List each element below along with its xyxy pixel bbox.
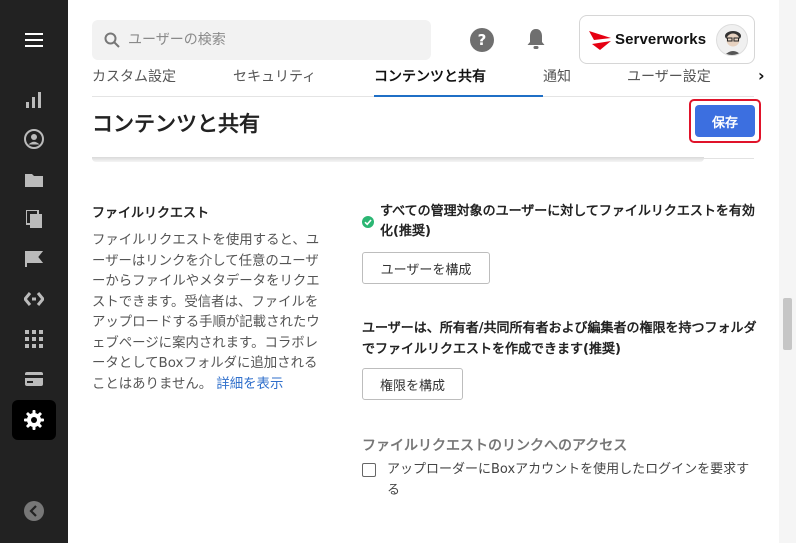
- apps-icon[interactable]: [12, 319, 56, 359]
- account-switcher[interactable]: Serverworks: [579, 15, 755, 64]
- collapse-chevron-icon[interactable]: [12, 491, 56, 531]
- tab-content-sharing[interactable]: コンテンツと共有: [374, 66, 543, 97]
- sticky-header-shadow: [92, 157, 704, 162]
- governance-icon[interactable]: [12, 239, 56, 279]
- section-heading: ファイルリクエスト: [92, 206, 210, 221]
- tabs-next-chevron-icon[interactable]: ›: [758, 66, 765, 85]
- settings-tabs: カスタム設定 セキュリティ コンテンツと共有 通知 ユーザー設定: [92, 64, 754, 97]
- page-title: コンテンツと共有: [92, 112, 260, 136]
- left-nav-rail: [0, 0, 68, 543]
- search-icon: [104, 32, 120, 48]
- tab-user-settings[interactable]: ユーザー設定: [627, 66, 711, 97]
- users-icon[interactable]: [12, 119, 56, 159]
- menu-icon[interactable]: [12, 20, 56, 60]
- link-access-heading: ファイルリクエストのリンクへのアクセス: [362, 438, 628, 454]
- billing-icon[interactable]: [12, 359, 56, 399]
- folder-permission-label: ユーザーは、所有者/共同所有者および編集者の権限を持つフォルダでファイルリクエス…: [362, 321, 757, 357]
- section-description-text: ファイルリクエストを使用すると、ユーザーはリンクを介して任意のユーザーからファイ…: [92, 233, 320, 392]
- configure-users-button[interactable]: ユーザーを構成: [362, 252, 490, 284]
- details-link[interactable]: 詳細を表示: [216, 377, 283, 392]
- tab-notifications[interactable]: 通知: [543, 66, 571, 97]
- tab-security[interactable]: セキュリティ: [233, 66, 316, 97]
- section-description: ファイルリクエストを使用すると、ユーザーはリンクを介して任意のユーザーからファイ…: [92, 231, 328, 395]
- enable-file-request-label: すべての管理対象のユーザーに対してファイルリクエストを有効化(推奨): [380, 204, 755, 239]
- help-icon[interactable]: ?: [470, 28, 494, 52]
- save-button-highlight: 保存: [689, 99, 761, 143]
- content-icon[interactable]: [12, 199, 56, 239]
- integrations-icon[interactable]: [12, 279, 56, 319]
- enabled-check-icon: [362, 216, 374, 228]
- brand-name: Serverworks: [615, 31, 707, 48]
- tab-custom-settings[interactable]: カスタム設定: [92, 66, 176, 97]
- page-scrollbar[interactable]: [779, 0, 796, 543]
- scrollbar-thumb[interactable]: [783, 298, 792, 350]
- configure-permissions-button[interactable]: 権限を構成: [362, 368, 463, 400]
- require-login-checkbox[interactable]: [362, 463, 376, 477]
- serverworks-logo-icon: [589, 30, 611, 50]
- folder-icon[interactable]: [12, 159, 56, 199]
- notification-bell-icon[interactable]: [524, 27, 548, 55]
- search-bar[interactable]: [92, 20, 431, 60]
- avatar[interactable]: [716, 24, 748, 56]
- require-login-label[interactable]: アップローダーにBoxアカウントを使用したログインを要求する: [387, 460, 759, 501]
- reports-icon[interactable]: [12, 80, 56, 120]
- settings-gear-icon[interactable]: [12, 400, 56, 440]
- save-button[interactable]: 保存: [695, 105, 755, 137]
- search-input[interactable]: [128, 32, 418, 48]
